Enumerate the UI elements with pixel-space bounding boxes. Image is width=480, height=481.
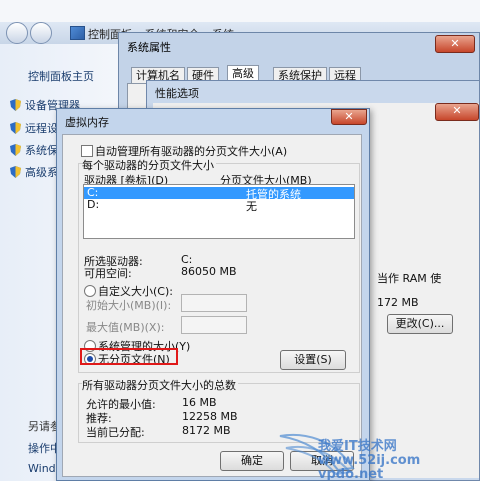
close-button[interactable]: ✕ <box>435 35 475 53</box>
table-row[interactable]: D: 无 <box>84 198 354 213</box>
sidebar-item-label: 远程设 <box>25 122 58 135</box>
recommended-value: 12258 MB <box>182 410 238 423</box>
shield-icon <box>10 99 21 111</box>
virtual-memory-total: 172 MB <box>377 296 419 309</box>
virtual-memory-description: 当作 RAM 使 <box>377 272 442 285</box>
sidebar-item-label: 系统保 <box>25 144 58 157</box>
min-allowed-value: 16 MB <box>182 396 217 409</box>
highlight-box <box>80 348 178 365</box>
drive-cell: D: <box>87 198 100 211</box>
close-button[interactable]: ✕ <box>331 109 367 125</box>
initial-size-label: 初始大小(MB)(I): <box>86 299 172 312</box>
control-panel-home-link[interactable]: 控制面板主页 <box>28 68 94 84</box>
window-title: 系统属性 <box>127 41 171 54</box>
shield-icon <box>10 166 21 178</box>
totals-header: 所有驱动器分页文件大小的总数 <box>82 377 238 393</box>
watermark-text: 我爱IT技术网 www.52ij.com vpdo.net <box>318 439 421 481</box>
change-button[interactable]: 更改(C)... <box>387 314 453 334</box>
per-drive-header: 每个驱动器的分页文件大小 <box>82 157 216 173</box>
window-title: 性能选项 <box>155 87 199 100</box>
table-row-selected[interactable]: C: 托管的系统 <box>84 186 354 201</box>
initial-size-input[interactable] <box>181 294 247 312</box>
close-icon: ✕ <box>344 110 354 123</box>
sidebar-item-advanced[interactable]: 高级系 <box>10 164 58 180</box>
control-panel-icon <box>70 26 85 40</box>
close-icon: ✕ <box>452 104 462 117</box>
shield-icon <box>10 144 21 156</box>
current-allocated-label: 当前已分配: <box>86 426 145 439</box>
max-size-label: 最大值(MB)(X): <box>86 321 165 334</box>
drive-list[interactable]: C: 托管的系统 D: 无 <box>83 184 355 239</box>
close-icon: ✕ <box>450 37 460 50</box>
back-button[interactable] <box>6 22 28 44</box>
sidebar-item-system-protection[interactable]: 系统保 <box>10 142 58 158</box>
sidebar-item-label: 高级系 <box>25 166 58 179</box>
close-button[interactable]: ✕ <box>435 103 479 121</box>
free-space-value: 86050 MB <box>181 265 237 278</box>
dialog-title: 虚拟内存 <box>65 116 109 129</box>
current-allocated-value: 8172 MB <box>182 424 231 437</box>
custom-size-radio[interactable] <box>84 285 96 297</box>
ok-button[interactable]: 确定 <box>220 451 284 471</box>
auto-manage-checkbox[interactable] <box>81 145 93 157</box>
sidebar-item-remote[interactable]: 远程设 <box>10 120 58 136</box>
forward-button[interactable] <box>30 22 52 44</box>
size-cell: 无 <box>246 200 257 213</box>
shield-icon <box>10 122 21 134</box>
set-button[interactable]: 设置(S) <box>280 350 346 370</box>
watermark: 我爱IT技术网 www.52ij.com vpdo.net <box>278 428 478 480</box>
free-space-label: 可用空间: <box>84 267 132 280</box>
max-size-input[interactable] <box>181 316 247 334</box>
